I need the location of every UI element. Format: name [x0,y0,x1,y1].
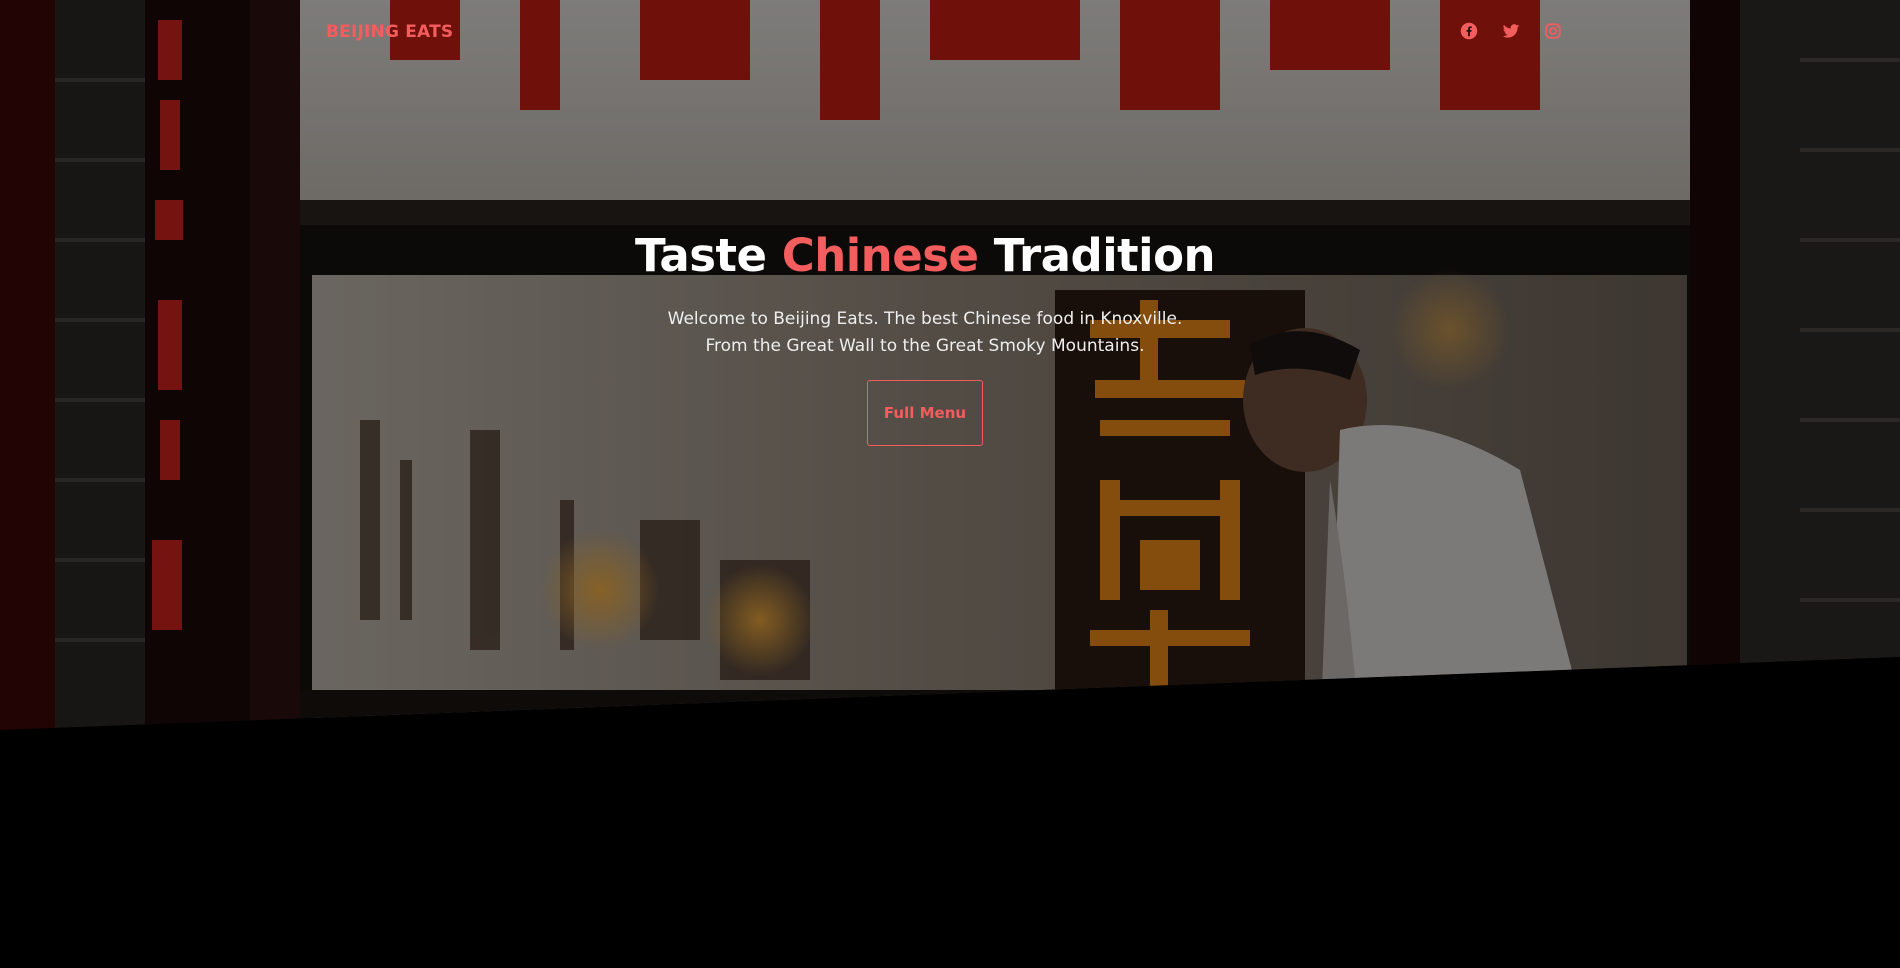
social-links [1460,22,1562,40]
facebook-icon [1460,22,1478,40]
top-nav: BEIJING EATS [0,0,1900,68]
brand-logo-link[interactable]: BEIJING EATS [326,22,453,42]
hero-subtitle: Welcome to Beijing Eats. The best Chines… [0,306,1850,360]
facebook-link[interactable] [1460,22,1478,40]
hero-background-image [0,0,1900,730]
headline-accent: Chinese [781,229,979,282]
full-menu-button[interactable]: Full Menu [867,380,983,446]
hero-headline: Taste Chinese Tradition [0,226,1850,286]
twitter-link[interactable] [1502,22,1520,40]
instagram-icon [1545,23,1561,39]
instagram-link[interactable] [1544,22,1562,40]
subtitle-line-1: Welcome to Beijing Eats. The best Chines… [667,309,1183,329]
twitter-icon [1502,24,1520,38]
headline-part-1: Taste [634,229,782,282]
subtitle-line-2: From the Great Wall to the Great Smoky M… [705,336,1145,356]
headline-part-2: Tradition [978,229,1216,282]
